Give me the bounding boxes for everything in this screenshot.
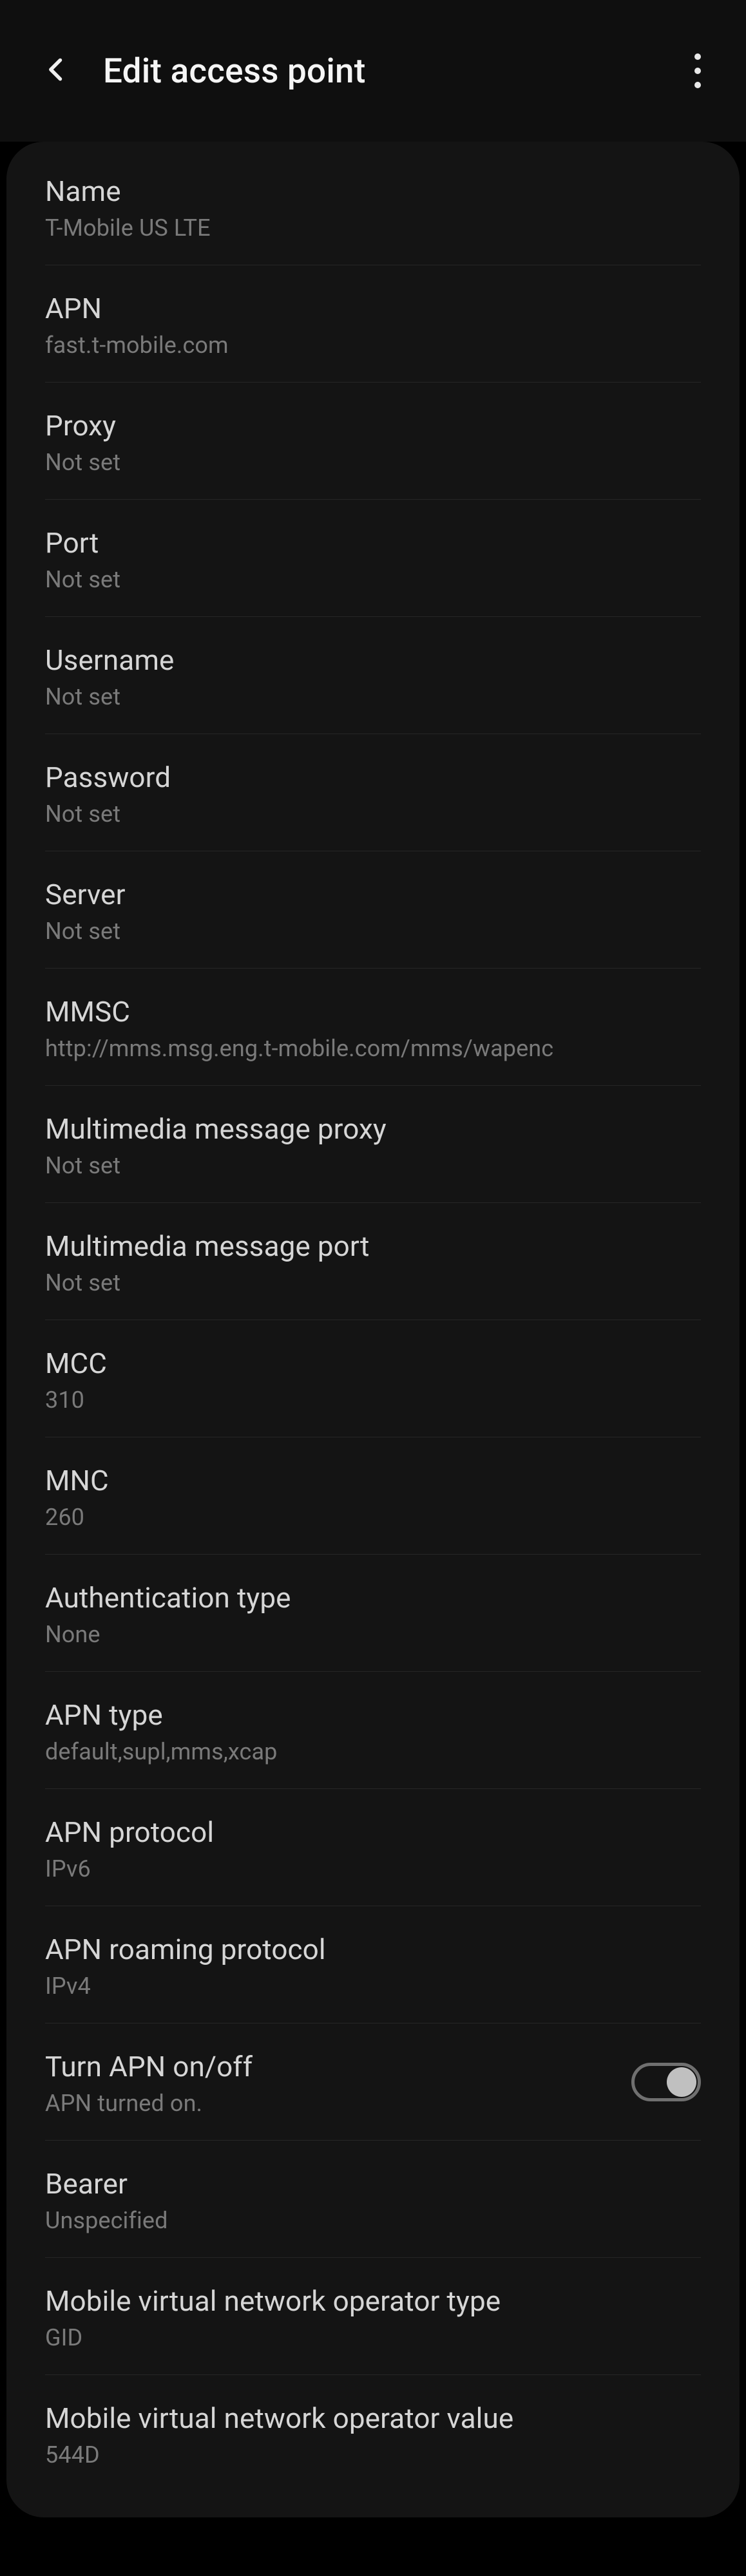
setting-row[interactable]: Proxy Not set bbox=[45, 383, 701, 500]
setting-row[interactable]: Server Not set bbox=[45, 851, 701, 969]
setting-row[interactable]: Mobile virtual network operator value 544… bbox=[45, 2375, 701, 2492]
setting-value: T-Mobile US LTE bbox=[45, 214, 701, 242]
setting-label: Mobile virtual network operator value bbox=[45, 2401, 701, 2436]
setting-label: Proxy bbox=[45, 408, 701, 444]
setting-value: 260 bbox=[45, 1504, 701, 1531]
setting-label: Username bbox=[45, 643, 701, 678]
more-vertical-icon bbox=[694, 68, 701, 74]
setting-row[interactable]: MNC 260 bbox=[45, 1437, 701, 1555]
setting-row[interactable]: Turn APN on/off APN turned on. bbox=[45, 2023, 701, 2141]
setting-row[interactable]: Authentication type None bbox=[45, 1555, 701, 1672]
setting-value: 544D bbox=[45, 2441, 701, 2468]
chevron-left-icon bbox=[43, 55, 71, 86]
page-title: Edit access point bbox=[103, 51, 366, 91]
back-button[interactable] bbox=[43, 55, 71, 86]
setting-row[interactable]: Password Not set bbox=[45, 734, 701, 851]
setting-value: Not set bbox=[45, 1269, 701, 1296]
setting-label: Turn APN on/off bbox=[45, 2049, 701, 2085]
more-vertical-icon bbox=[694, 53, 701, 60]
setting-row[interactable]: APN type default,supl,mms,xcap bbox=[45, 1672, 701, 1789]
setting-value: None bbox=[45, 1621, 701, 1648]
setting-label: Password bbox=[45, 760, 701, 795]
setting-label: MCC bbox=[45, 1346, 701, 1381]
setting-label: APN bbox=[45, 291, 701, 327]
setting-label: MNC bbox=[45, 1463, 701, 1499]
more-vertical-icon bbox=[694, 82, 701, 88]
setting-label: APN type bbox=[45, 1698, 701, 1733]
setting-value: default,supl,mms,xcap bbox=[45, 1738, 701, 1765]
setting-label: Multimedia message port bbox=[45, 1229, 701, 1264]
setting-label: APN roaming protocol bbox=[45, 1932, 701, 1967]
setting-label: Authentication type bbox=[45, 1580, 701, 1616]
more-options-button[interactable] bbox=[688, 47, 707, 95]
setting-label: Port bbox=[45, 526, 701, 561]
apn-toggle[interactable] bbox=[631, 2063, 701, 2101]
setting-row[interactable]: APN protocol IPv6 bbox=[45, 1789, 701, 1906]
setting-label: Multimedia message proxy bbox=[45, 1112, 701, 1147]
setting-value: Not set bbox=[45, 918, 701, 945]
setting-value: IPv4 bbox=[45, 1973, 701, 2000]
setting-label: APN protocol bbox=[45, 1815, 701, 1850]
setting-row[interactable]: MCC 310 bbox=[45, 1320, 701, 1437]
setting-value: IPv6 bbox=[45, 1855, 701, 1882]
setting-value: Not set bbox=[45, 1152, 701, 1179]
setting-value: Unspecified bbox=[45, 2207, 701, 2234]
setting-label: Mobile virtual network operator type bbox=[45, 2284, 701, 2319]
setting-value: Not set bbox=[45, 800, 701, 828]
setting-value: GID bbox=[45, 2324, 701, 2351]
setting-row[interactable]: APN roaming protocol IPv4 bbox=[45, 1906, 701, 2023]
setting-row[interactable]: Username Not set bbox=[45, 617, 701, 734]
setting-label: Server bbox=[45, 877, 701, 913]
setting-label: Bearer bbox=[45, 2166, 701, 2202]
setting-value: Not set bbox=[45, 683, 701, 710]
settings-card: Name T-Mobile US LTE APN fast.t-mobile.com P… bbox=[6, 142, 740, 2517]
setting-row[interactable]: Multimedia message proxy Not set bbox=[45, 1086, 701, 1203]
setting-row[interactable]: Mobile virtual network operator type GID bbox=[45, 2258, 701, 2375]
setting-row[interactable]: Port Not set bbox=[45, 500, 701, 617]
setting-row[interactable]: Name T-Mobile US LTE bbox=[45, 148, 701, 265]
toggle-knob-icon bbox=[667, 2067, 696, 2097]
setting-value: http://mms.msg.eng.t-mobile.com/mms/wape… bbox=[45, 1035, 701, 1062]
setting-label: Name bbox=[45, 174, 701, 209]
setting-value: Not set bbox=[45, 566, 701, 593]
setting-label: MMSC bbox=[45, 994, 701, 1030]
setting-value: APN turned on. bbox=[45, 2090, 701, 2117]
setting-row[interactable]: APN fast.t-mobile.com bbox=[45, 265, 701, 383]
setting-row[interactable]: Bearer Unspecified bbox=[45, 2141, 701, 2258]
setting-value: fast.t-mobile.com bbox=[45, 332, 701, 359]
header-bar: Edit access point bbox=[0, 0, 746, 142]
setting-row[interactable]: Multimedia message port Not set bbox=[45, 1203, 701, 1320]
setting-value: Not set bbox=[45, 449, 701, 476]
setting-value: 310 bbox=[45, 1387, 701, 1414]
setting-row[interactable]: MMSC http://mms.msg.eng.t-mobile.com/mms/… bbox=[45, 969, 701, 1086]
